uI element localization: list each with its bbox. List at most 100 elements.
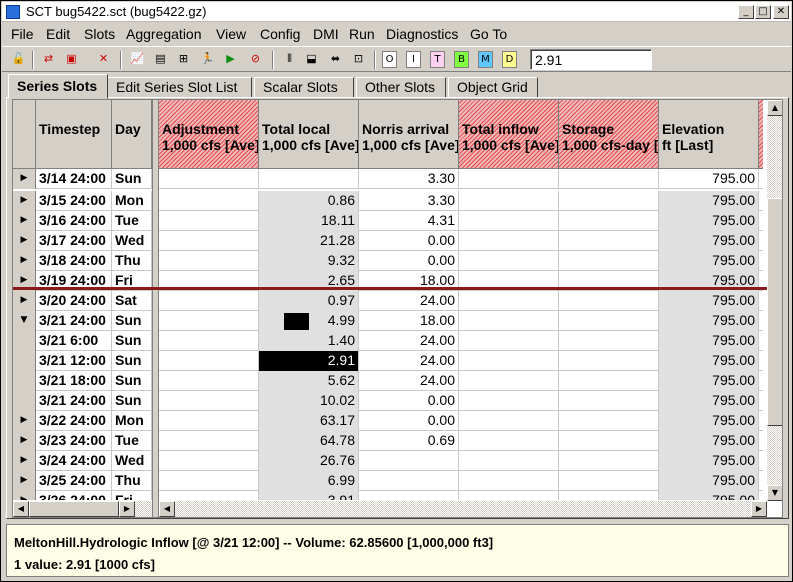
data-cell[interactable] [159, 191, 259, 211]
data-cell[interactable]: 9.32 [259, 251, 359, 271]
data-cell[interactable]: 795.00 [659, 351, 759, 371]
vertical-scroll-thumb[interactable] [767, 198, 782, 426]
data-cell[interactable] [459, 431, 559, 451]
data-cell[interactable] [159, 491, 259, 500]
data-cell[interactable] [759, 431, 763, 451]
timestep-cell[interactable]: 3/17 24:00 [36, 231, 112, 251]
vertical-scrollbar[interactable]: ▲ ▼ [767, 100, 782, 501]
data-cell[interactable] [159, 251, 259, 271]
data-cell[interactable] [559, 191, 659, 211]
data-cell[interactable] [759, 311, 763, 331]
row-expand-arrow-icon[interactable]: ▶ [13, 291, 36, 311]
data-cell[interactable] [459, 211, 559, 231]
data-cell[interactable] [159, 431, 259, 451]
row-expand-arrow-icon[interactable]: ▶ [13, 471, 36, 491]
timestep-cell[interactable]: 3/24 24:00 [36, 451, 112, 471]
tab-object-grid[interactable]: Object Grid [448, 77, 538, 98]
flag-i-button[interactable]: I [406, 51, 421, 68]
data-cell[interactable] [559, 371, 659, 391]
data-cell[interactable]: 1.40 [259, 331, 359, 351]
menu-aggregation[interactable]: Aggregation [126, 26, 202, 42]
timestep-cell[interactable]: 3/18 24:00 [36, 251, 112, 271]
data-cell[interactable] [559, 291, 659, 311]
data-cell[interactable] [459, 471, 559, 491]
data-cell[interactable] [559, 251, 659, 271]
left-horizontal-thumb[interactable] [29, 501, 119, 517]
data-cell[interactable] [359, 471, 459, 491]
data-cell[interactable] [759, 211, 763, 231]
timestep-header[interactable]: Timestep [36, 100, 112, 169]
tab-other-slots[interactable]: Other Slots [356, 77, 446, 98]
data-cell[interactable] [459, 371, 559, 391]
columns-icon[interactable]: ⦀ [280, 50, 299, 69]
minimize-button[interactable]: _ [738, 5, 754, 19]
data-cell[interactable] [159, 371, 259, 391]
data-cell[interactable] [759, 491, 763, 500]
right-scroll-right-arrow-icon[interactable]: ▶ [751, 501, 767, 517]
data-cell[interactable] [159, 351, 259, 371]
fit-all-icon[interactable]: ⊡ [349, 50, 368, 69]
data-cell[interactable] [159, 451, 259, 471]
data-cell[interactable]: 24.00 [359, 371, 459, 391]
data-cell[interactable] [459, 251, 559, 271]
data-cell[interactable] [159, 391, 259, 411]
data-cell[interactable]: 795.00 [659, 191, 759, 211]
data-cell[interactable] [459, 331, 559, 351]
row-expand-arrow-icon[interactable]: ▶ [13, 411, 36, 431]
row-expand-arrow-icon[interactable]: ▶ [13, 211, 36, 231]
row-expand-arrow-icon[interactable]: ▶ [13, 191, 36, 211]
data-cell[interactable]: 18.00 [359, 311, 459, 331]
data-cell[interactable] [159, 291, 259, 311]
data-cell[interactable]: 3.30 [359, 191, 459, 211]
timestep-cell[interactable]: 3/25 24:00 [36, 471, 112, 491]
day-cell[interactable]: Sun [112, 169, 152, 189]
data-cell[interactable]: 24.00 [359, 351, 459, 371]
day-cell[interactable]: Thu [112, 251, 152, 271]
data-cell[interactable] [559, 331, 659, 351]
data-cell[interactable]: 4.99 [259, 311, 359, 331]
day-cell[interactable]: Sun [112, 311, 152, 331]
data-cell[interactable]: 6.99 [259, 471, 359, 491]
data-cell[interactable]: 795.00 [659, 451, 759, 471]
data-cell[interactable]: 24.00 [359, 331, 459, 351]
data-cell[interactable]: 795.00 [659, 411, 759, 431]
data-cell[interactable]: 18.11 [259, 211, 359, 231]
day-cell[interactable]: Sat [112, 291, 152, 311]
data-cell[interactable] [759, 371, 763, 391]
data-cell[interactable] [759, 471, 763, 491]
data-cell[interactable]: 3.91 [259, 491, 359, 500]
data-cell[interactable] [759, 331, 763, 351]
row-expand-arrow-icon[interactable]: ▶ [13, 251, 36, 271]
data-cell[interactable] [559, 391, 659, 411]
swap-icon[interactable]: ⇄ [39, 50, 58, 69]
timestep-cell[interactable]: 3/23 24:00 [36, 431, 112, 451]
row-expand-arrow-icon[interactable]: ▶ [13, 231, 36, 251]
data-cell[interactable] [259, 169, 359, 189]
data-cell[interactable]: 795.00 [659, 291, 759, 311]
data-cell[interactable] [459, 191, 559, 211]
data-cell[interactable] [159, 169, 259, 189]
data-cell[interactable] [459, 491, 559, 500]
row-expand-arrow-icon[interactable] [13, 391, 36, 411]
data-cell[interactable]: 64.78 [259, 431, 359, 451]
timestep-cell[interactable]: 3/20 24:00 [36, 291, 112, 311]
data-cell[interactable]: 0.00 [359, 411, 459, 431]
day-cell[interactable]: Tue [112, 431, 152, 451]
row-expand-arrow-icon[interactable] [13, 351, 36, 371]
data-cell[interactable] [159, 211, 259, 231]
scroll-down-arrow-icon[interactable]: ▼ [767, 485, 782, 501]
data-cell[interactable] [159, 311, 259, 331]
data-cell[interactable]: 24.00 [359, 291, 459, 311]
data-cell[interactable] [159, 411, 259, 431]
data-cell[interactable]: 0.00 [359, 391, 459, 411]
column-header[interactable]: Total inflow 1,000 cfs [Ave] [459, 100, 559, 169]
day-cell[interactable]: Sun [112, 371, 152, 391]
data-cell[interactable]: 795.00 [659, 251, 759, 271]
data-cell[interactable] [459, 291, 559, 311]
data-cell[interactable]: 795.00 [659, 169, 759, 189]
day-cell[interactable]: Sun [112, 331, 152, 351]
data-cell[interactable]: 21.28 [259, 231, 359, 251]
data-cell[interactable] [759, 191, 763, 211]
day-cell[interactable]: Wed [112, 231, 152, 251]
delete-icon[interactable]: ✕ [94, 50, 113, 69]
